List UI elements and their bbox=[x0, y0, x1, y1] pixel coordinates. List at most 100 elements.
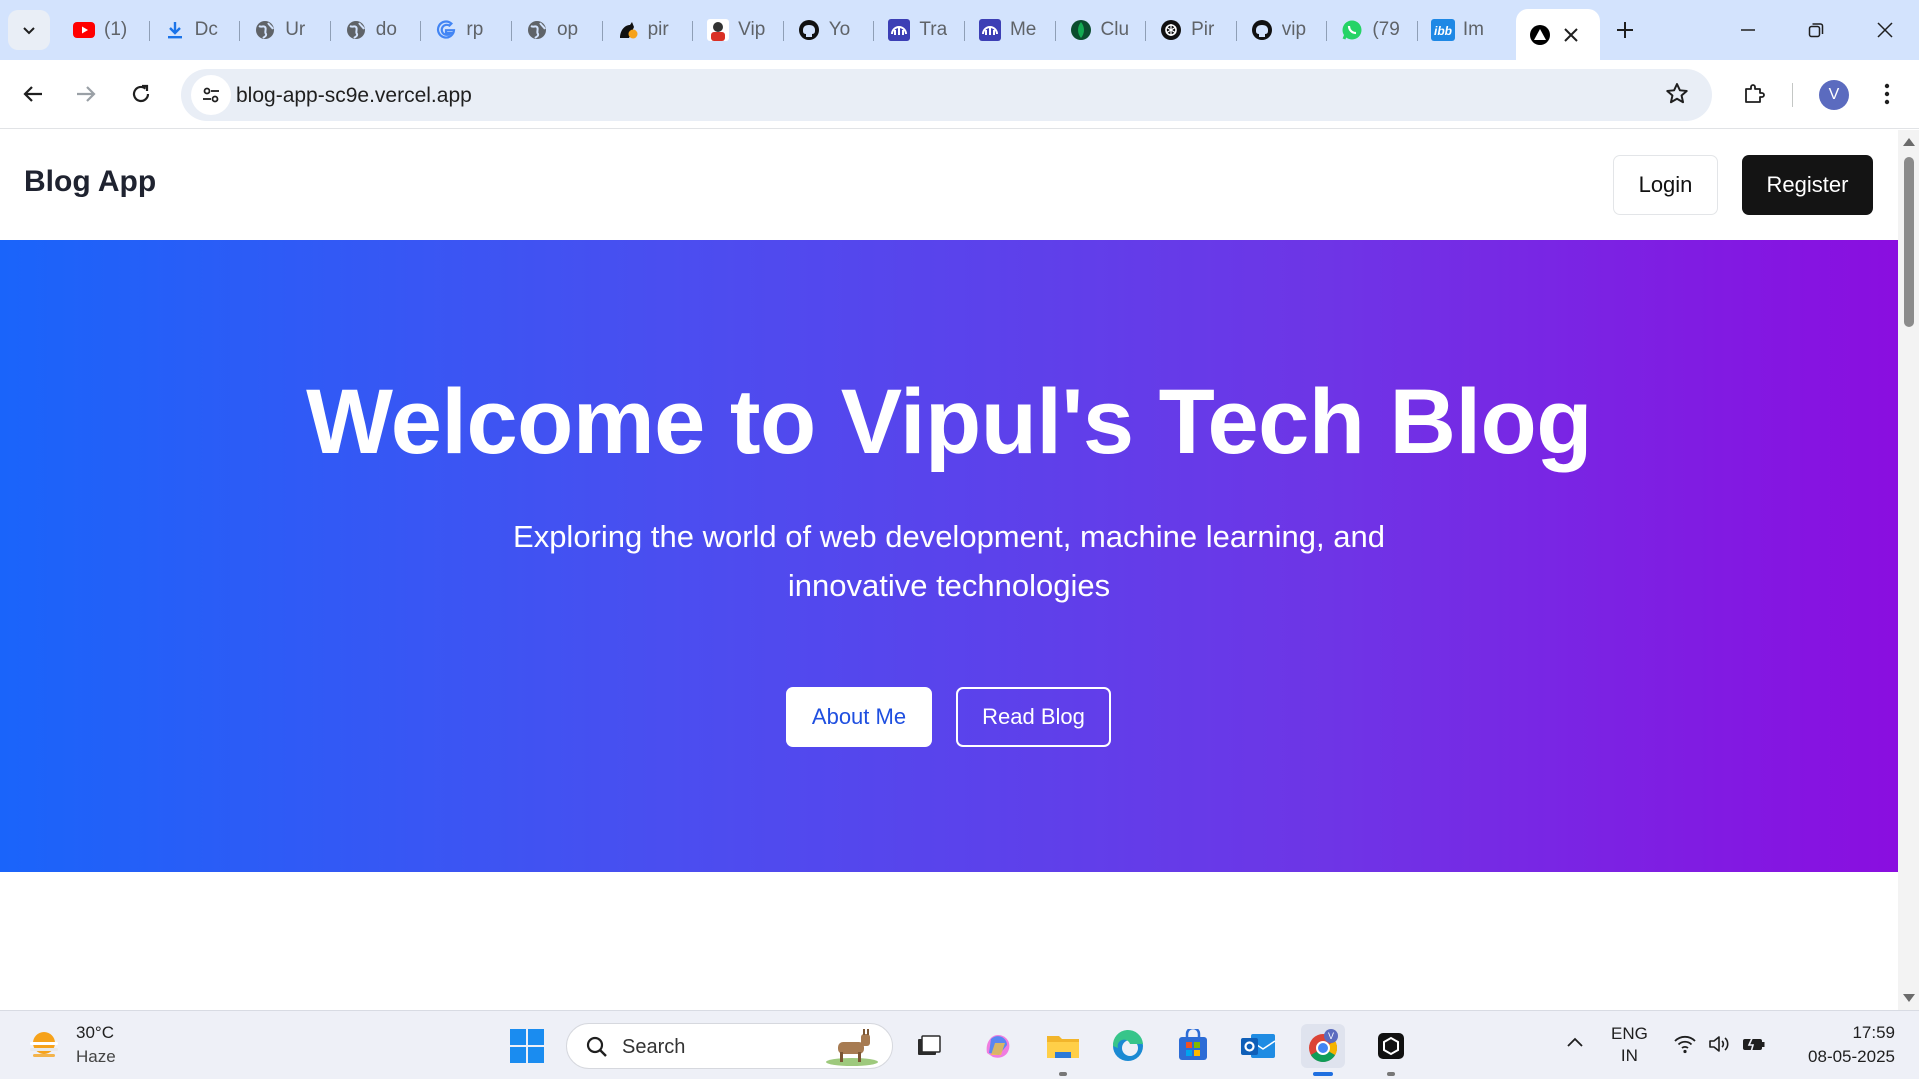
hero-subtitle: Exploring the world of web development, … bbox=[449, 512, 1449, 610]
tab-title: rp bbox=[466, 19, 484, 40]
close-icon bbox=[1877, 22, 1893, 38]
close-window-button[interactable] bbox=[1851, 0, 1919, 60]
restore-button[interactable] bbox=[1782, 0, 1850, 60]
wifi-icon bbox=[1674, 1035, 1696, 1054]
browser-tab[interactable]: Dc bbox=[148, 9, 240, 51]
back-button[interactable] bbox=[12, 73, 54, 115]
svg-text:ibb: ibb bbox=[1434, 24, 1452, 38]
outlook-icon bbox=[1241, 1034, 1276, 1058]
site-brand[interactable]: Blog App bbox=[24, 165, 156, 199]
read-blog-button[interactable]: Read Blog bbox=[956, 687, 1111, 747]
active-indicator bbox=[1313, 1072, 1333, 1076]
vercel-icon bbox=[1528, 23, 1552, 47]
browser-tab[interactable]: (1) bbox=[58, 9, 149, 51]
browser-tab[interactable]: op bbox=[510, 9, 602, 51]
edge-app[interactable] bbox=[1106, 1024, 1150, 1068]
bookmark-button[interactable] bbox=[1664, 81, 1690, 112]
microsoft-store-app[interactable] bbox=[1171, 1024, 1215, 1068]
browser-toolbar: blog-app-sc9e.vercel.app V bbox=[0, 60, 1919, 129]
running-indicator bbox=[1387, 1072, 1395, 1076]
extensions-button[interactable] bbox=[1733, 73, 1775, 115]
outlook-app[interactable] bbox=[1236, 1024, 1280, 1068]
tab-title: do bbox=[375, 19, 397, 40]
browser-tab[interactable]: Me bbox=[963, 9, 1055, 51]
hero-subtitle-line: innovative technologies bbox=[787, 568, 1111, 603]
tab-title: Im bbox=[1462, 19, 1485, 40]
weather-widget[interactable]: 30°C Haze bbox=[24, 1021, 116, 1069]
copilot-app[interactable] bbox=[976, 1024, 1020, 1068]
globe-icon bbox=[253, 18, 277, 42]
register-button[interactable]: Register bbox=[1742, 155, 1873, 215]
tab-title: Tra bbox=[919, 19, 948, 40]
youtube-icon bbox=[72, 18, 96, 42]
chrome-app[interactable]: V bbox=[1301, 1024, 1345, 1076]
copilot-icon bbox=[986, 1035, 1010, 1058]
browser-tab[interactable]: ibb Im bbox=[1416, 9, 1508, 51]
google-icon bbox=[434, 18, 458, 42]
login-button[interactable]: Login bbox=[1613, 155, 1718, 215]
language-indicator[interactable]: ENG IN bbox=[1611, 1023, 1648, 1067]
page-scrollbar[interactable] bbox=[1898, 130, 1919, 1010]
browser-tab[interactable]: rp bbox=[420, 9, 511, 51]
arrow-left-icon bbox=[23, 86, 42, 102]
forward-button[interactable] bbox=[65, 73, 107, 115]
new-tab-button[interactable] bbox=[1600, 9, 1650, 51]
file-explorer-app[interactable] bbox=[1041, 1024, 1085, 1076]
download-icon bbox=[163, 18, 187, 42]
weather-condition: Haze bbox=[76, 1047, 116, 1066]
dashboard-icon bbox=[887, 18, 911, 42]
browser-tab[interactable]: Yo bbox=[782, 9, 874, 51]
tab-title: op bbox=[556, 19, 579, 40]
imgbb-icon: ibb bbox=[1430, 18, 1455, 42]
browser-tab-active[interactable] bbox=[1515, 9, 1600, 60]
language-code: ENG bbox=[1611, 1024, 1648, 1043]
star-icon bbox=[1666, 83, 1688, 104]
scroll-down-arrow[interactable] bbox=[1903, 994, 1915, 1002]
browser-tab[interactable]: (79 bbox=[1326, 9, 1417, 51]
taskbar-search[interactable]: Search bbox=[566, 1023, 893, 1069]
chevron-up-icon[interactable] bbox=[1565, 1033, 1585, 1053]
system-tray[interactable] bbox=[1673, 1033, 1767, 1055]
browser-tab[interactable]: do bbox=[329, 9, 421, 51]
profile-avatar[interactable]: V bbox=[1819, 80, 1849, 110]
page-viewport: Blog App Login Register Welcome to Vipul… bbox=[0, 130, 1898, 1010]
close-tab-button[interactable] bbox=[1563, 22, 1578, 48]
dashboard-icon bbox=[978, 18, 1002, 42]
tab-title: Ur bbox=[285, 19, 306, 40]
browser-tab[interactable]: pir bbox=[601, 9, 693, 51]
menu-button[interactable] bbox=[1866, 73, 1908, 115]
browser-tab[interactable]: vip bbox=[1235, 9, 1327, 51]
scroll-up-arrow[interactable] bbox=[1903, 138, 1915, 146]
hero-title: Welcome to Vipul's Tech Blog bbox=[306, 371, 1592, 473]
about-me-button[interactable]: About Me bbox=[786, 687, 932, 747]
system-clock[interactable]: 17:59 08-05-2025 bbox=[1795, 1021, 1895, 1069]
reload-button[interactable] bbox=[120, 73, 162, 115]
site-navbar: Blog App Login Register bbox=[0, 130, 1898, 238]
task-view-button[interactable] bbox=[907, 1024, 951, 1068]
vault-app[interactable] bbox=[1369, 1024, 1413, 1076]
browser-tab[interactable]: Clu bbox=[1054, 9, 1146, 51]
browser-tab[interactable]: Pir bbox=[1145, 9, 1236, 51]
tab-title: Pir bbox=[1191, 19, 1215, 40]
tab-title: (79 bbox=[1372, 19, 1400, 40]
profile-photo-icon bbox=[706, 18, 730, 42]
minimize-button[interactable] bbox=[1714, 0, 1782, 60]
scroll-thumb[interactable] bbox=[1904, 157, 1914, 327]
tab-search-button[interactable] bbox=[8, 10, 50, 50]
chevron-down-icon bbox=[23, 27, 35, 35]
github-icon bbox=[1250, 18, 1274, 42]
clock-date: 08-05-2025 bbox=[1808, 1047, 1895, 1066]
address-bar[interactable]: blog-app-sc9e.vercel.app bbox=[181, 69, 1712, 121]
browser-tab[interactable]: Vip bbox=[692, 9, 783, 51]
pirate-icon bbox=[616, 18, 640, 42]
globe-icon bbox=[344, 18, 368, 42]
close-icon bbox=[1563, 27, 1578, 42]
windows-start-icon[interactable] bbox=[509, 1028, 545, 1064]
browser-tab[interactable]: Ur bbox=[239, 9, 330, 51]
url-text[interactable]: blog-app-sc9e.vercel.app bbox=[236, 84, 472, 108]
tab-strip: (1) Dc Ur do rp op pir Vip Yo Tra Me Clu Pir vip (79 ib… bbox=[0, 0, 1919, 60]
site-info-button[interactable] bbox=[191, 75, 231, 115]
browser-tab[interactable]: Tra bbox=[873, 9, 964, 51]
whatsapp-icon bbox=[1340, 18, 1364, 42]
windows-taskbar: 30°C Haze Search V ENG IN 17:59 08-05-20… bbox=[0, 1010, 1919, 1079]
